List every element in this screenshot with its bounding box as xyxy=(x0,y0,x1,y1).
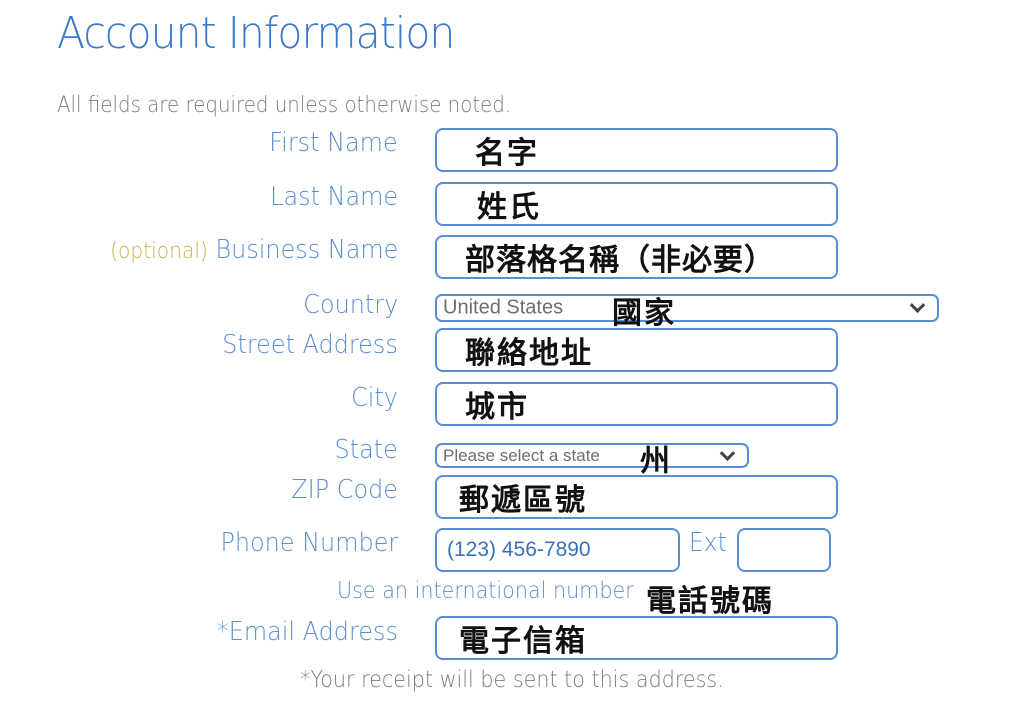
last-name-label: Last Name xyxy=(269,182,398,212)
optional-tag: (optional) xyxy=(109,239,208,264)
zip-code-input[interactable]: 郵遞區號 xyxy=(435,475,838,519)
country-selected: United States xyxy=(443,296,564,319)
phone-number-input[interactable]: (123) 456-7890 xyxy=(435,528,680,572)
country-select[interactable]: United States xyxy=(435,294,939,322)
ext-input[interactable] xyxy=(737,528,831,572)
page-title: Account Information xyxy=(57,8,455,59)
business-name-input[interactable]: 部落格名稱（非必要） xyxy=(435,235,838,279)
ext-label: Ext xyxy=(689,528,727,558)
first-name-input[interactable]: 名字 xyxy=(435,128,838,172)
email-input[interactable]: 電子信箱 xyxy=(435,616,838,660)
last-name-input[interactable]: 姓氏 xyxy=(435,182,838,226)
phone-annotation: 電話號碼 xyxy=(646,585,774,618)
state-annotation: 州 xyxy=(640,445,672,478)
email-label: *Email Address xyxy=(216,617,398,647)
international-number-link[interactable]: Use an international number xyxy=(337,578,634,604)
chevron-down-icon xyxy=(719,444,736,461)
business-name-label-text: Business Name xyxy=(215,235,398,265)
phone-number-label: Phone Number xyxy=(220,528,398,558)
country-annotation: 國家 xyxy=(612,297,676,330)
street-address-label: Street Address xyxy=(222,330,398,360)
street-address-value: 聯絡地址 xyxy=(465,337,593,370)
business-name-value: 部落格名稱（非必要） xyxy=(465,244,775,277)
first-name-value: 名字 xyxy=(475,137,539,170)
state-select[interactable]: Please select a state xyxy=(435,443,749,468)
receipt-note: *Your receipt will be sent to this addre… xyxy=(300,667,724,693)
state-label: State xyxy=(334,435,398,465)
business-name-label: (optional) Business Name xyxy=(110,235,398,265)
zip-code-value: 郵遞區號 xyxy=(459,484,587,517)
state-selected: Please select a state xyxy=(443,445,600,465)
email-value: 電子信箱 xyxy=(459,625,587,658)
city-input[interactable]: 城市 xyxy=(435,382,838,426)
zip-code-label: ZIP Code xyxy=(291,475,398,505)
street-address-input[interactable]: 聯絡地址 xyxy=(435,328,838,372)
country-label: Country xyxy=(302,290,398,320)
first-name-label: First Name xyxy=(269,128,398,158)
phone-number-placeholder: (123) 456-7890 xyxy=(447,538,591,561)
city-value: 城市 xyxy=(465,391,529,424)
city-label: City xyxy=(351,383,398,413)
required-note: All fields are required unless otherwise… xyxy=(57,93,512,118)
chevron-down-icon xyxy=(909,297,926,314)
last-name-value: 姓氏 xyxy=(477,191,541,224)
